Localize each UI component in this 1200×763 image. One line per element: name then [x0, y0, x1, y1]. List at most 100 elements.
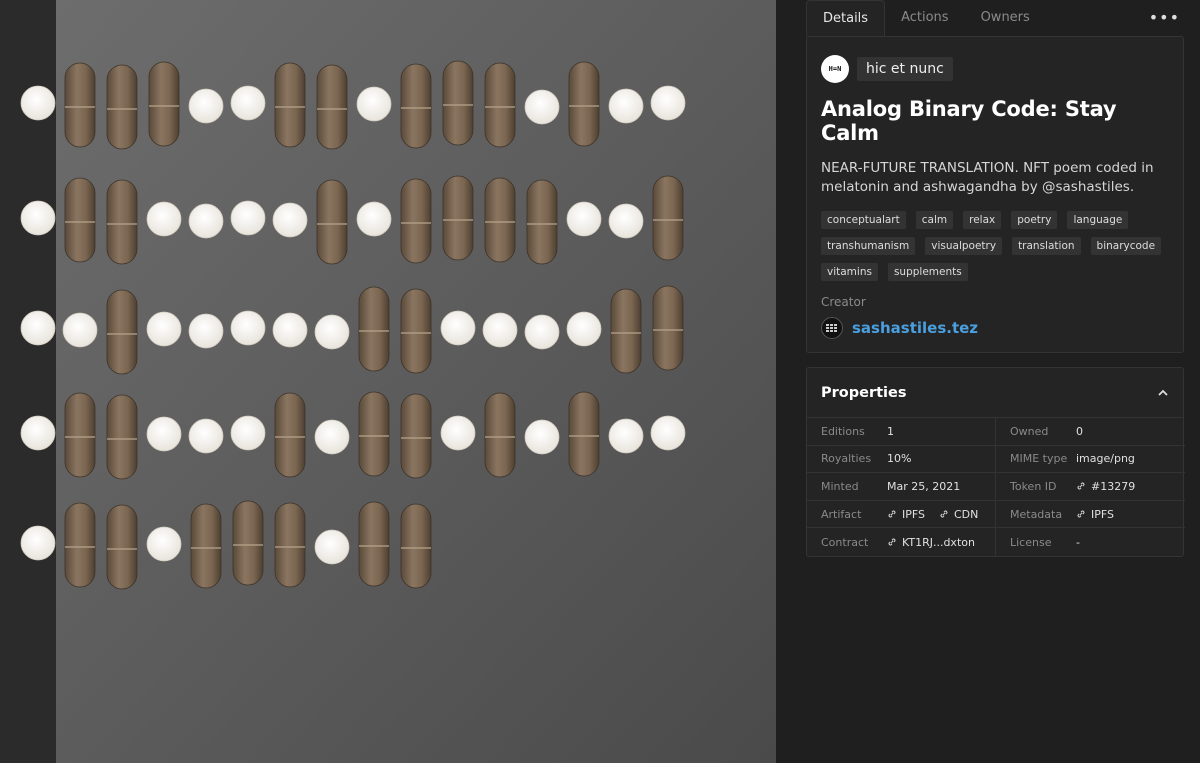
tag-translation[interactable]: translation: [1012, 237, 1081, 255]
metadata-ipfs-link[interactable]: IPFS: [1076, 508, 1114, 521]
brown-capsule: [106, 64, 138, 150]
prop-value: image/png: [1076, 452, 1135, 466]
artifact-ipfs-link[interactable]: IPFS: [887, 508, 925, 521]
brown-capsule: [64, 502, 96, 588]
brown-capsule: [106, 289, 138, 375]
tag-visualpoetry[interactable]: visualpoetry: [925, 237, 1003, 255]
brown-capsule: [106, 504, 138, 590]
prop-key: Metadata: [1010, 507, 1063, 521]
white-pill: [146, 416, 182, 452]
tag-conceptualart[interactable]: conceptualart: [821, 211, 906, 229]
white-pill: [356, 86, 392, 122]
prop-value: -: [1076, 535, 1080, 549]
token-description: NEAR-FUTURE TRANSLATION. NFT poem coded …: [821, 160, 1154, 195]
tag-binarycode[interactable]: binarycode: [1090, 237, 1162, 255]
brown-capsule: [148, 61, 180, 147]
brown-capsule: [358, 501, 390, 587]
white-pill: [146, 526, 182, 562]
details-panel: Details Actions Owners ••• H=N hic et nu…: [806, 0, 1185, 557]
white-pill: [146, 201, 182, 237]
white-pill: [608, 88, 644, 124]
brown-capsule: [400, 288, 432, 374]
tag-calm[interactable]: calm: [915, 211, 954, 229]
brown-capsule: [442, 60, 474, 146]
prop-key: MIME type: [1010, 452, 1068, 466]
properties-title: Properties: [821, 384, 907, 401]
brown-capsule: [64, 177, 96, 263]
brown-capsule: [400, 503, 432, 589]
platform-logo-icon: H=N: [821, 55, 849, 83]
brown-capsule: [316, 179, 348, 265]
brown-capsule: [400, 63, 432, 149]
white-pill: [20, 85, 56, 121]
link-icon: [1077, 482, 1085, 491]
contract-link[interactable]: KT1RJ...dxton: [887, 536, 975, 549]
white-pill: [230, 85, 266, 121]
artwork-svg: [0, 0, 776, 763]
brown-capsule: [526, 179, 558, 265]
white-pill: [314, 529, 350, 565]
creator-avatar-icon: [825, 323, 839, 333]
prop-owned: Owned 0: [996, 418, 1185, 446]
brown-capsule: [274, 392, 306, 478]
prop-value: IPFS: [1076, 508, 1124, 521]
tab-actions[interactable]: Actions: [885, 0, 965, 36]
prop-value: 1: [887, 424, 894, 438]
creator-avatar[interactable]: [821, 317, 843, 339]
tag-poetry[interactable]: poetry: [1011, 211, 1058, 229]
brown-capsule: [274, 62, 306, 148]
white-pill: [608, 418, 644, 454]
white-pill: [566, 311, 602, 347]
prop-value: IPFS CDN: [887, 508, 988, 521]
white-pill: [650, 85, 686, 121]
brown-capsule: [400, 393, 432, 479]
white-pill: [188, 88, 224, 124]
tag-vitamins[interactable]: vitamins: [821, 263, 878, 281]
link-icon: [888, 538, 896, 546]
white-pill: [524, 419, 560, 455]
more-options-icon[interactable]: •••: [1149, 8, 1180, 27]
white-pill: [230, 200, 266, 236]
white-pill: [20, 310, 56, 346]
brown-capsule: [316, 64, 348, 150]
tag-relax[interactable]: relax: [963, 211, 1002, 229]
tag-supplements[interactable]: supplements: [887, 263, 968, 281]
brown-capsule: [652, 175, 684, 261]
prop-mime-type: MIME type image/png: [996, 446, 1185, 474]
brown-capsule: [484, 177, 516, 263]
brown-capsule: [232, 500, 264, 586]
tag-transhumanism[interactable]: transhumanism: [821, 237, 916, 255]
brown-capsule: [568, 391, 600, 477]
platform-name[interactable]: hic et nunc: [857, 57, 953, 81]
token-id-link[interactable]: #13279: [1076, 480, 1135, 493]
brown-capsule: [64, 62, 96, 148]
artwork-image[interactable]: [0, 0, 776, 763]
prop-key: Contract: [821, 535, 869, 549]
tab-bar: Details Actions Owners •••: [806, 0, 1184, 36]
prop-value: 0: [1076, 424, 1083, 438]
white-pill: [314, 314, 350, 350]
creator-name-link[interactable]: sashastiles.tez: [852, 319, 978, 337]
chevron-up-icon[interactable]: [1157, 387, 1169, 399]
prop-key: Owned: [1010, 424, 1049, 438]
tag-language[interactable]: language: [1067, 211, 1129, 229]
creator-row: sashastiles.tez: [821, 317, 1169, 339]
prop-metadata: Metadata IPFS: [996, 501, 1185, 529]
platform-row: H=N hic et nunc: [821, 55, 1169, 83]
artifact-cdn-link[interactable]: CDN: [939, 508, 978, 521]
prop-editions: Editions 1: [807, 418, 996, 446]
white-pill: [146, 311, 182, 347]
properties-grid: Editions 1 Owned 0 Royalties 10% MIME ty…: [807, 418, 1185, 556]
prop-royalties: Royalties 10%: [807, 445, 996, 474]
properties-header[interactable]: Properties: [807, 368, 1183, 418]
tab-owners[interactable]: Owners: [965, 0, 1046, 36]
prop-value: Mar 25, 2021: [887, 479, 961, 493]
white-pill: [20, 525, 56, 561]
brown-capsule: [190, 503, 222, 589]
tab-details[interactable]: Details: [806, 0, 886, 36]
brown-capsule: [610, 288, 642, 374]
brown-capsule: [400, 178, 432, 264]
prop-key: Royalties: [821, 452, 872, 466]
white-pill: [20, 200, 56, 236]
metadata-ipfs-label: IPFS: [1091, 507, 1114, 521]
